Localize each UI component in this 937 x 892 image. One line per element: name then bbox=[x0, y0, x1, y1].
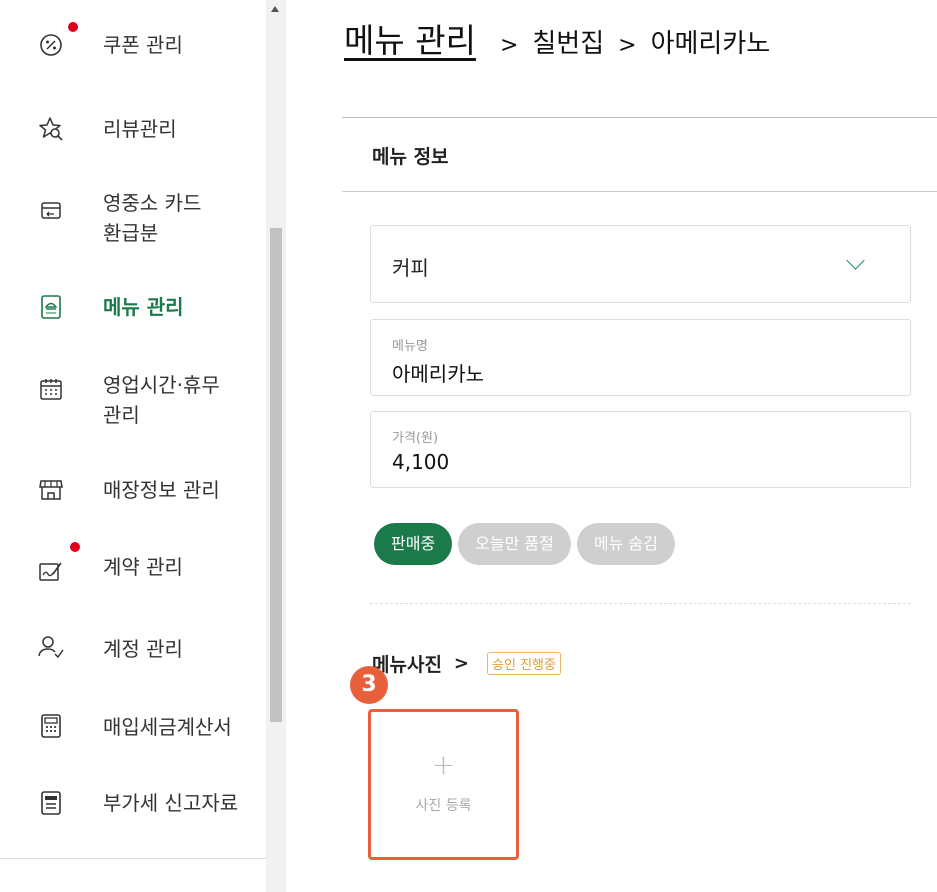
dashed-divider bbox=[370, 603, 911, 604]
price-label: 가격(원) bbox=[392, 431, 439, 446]
sidebar-item-label: 매장정보 관리 bbox=[103, 478, 220, 502]
sidebar-item-label: 쿠폰 관리 bbox=[103, 33, 183, 57]
calculator-icon bbox=[36, 711, 66, 741]
sidebar-item-label: 영중소 카드 환급분 bbox=[103, 191, 202, 245]
sidebar-item-label: 계약 관리 bbox=[103, 555, 183, 579]
chevron-down-icon bbox=[846, 251, 865, 270]
account-icon bbox=[36, 632, 66, 662]
sidebar-item-store[interactable]: 매장정보 관리 bbox=[0, 472, 266, 512]
sidebar-item-card-refund[interactable]: 영중소 카드 환급분 bbox=[0, 186, 266, 252]
plus-icon: + bbox=[431, 748, 456, 781]
breadcrumb-store: 칠번집 bbox=[532, 29, 605, 59]
sidebar-item-label: 메뉴 관리 bbox=[103, 295, 184, 319]
store-icon bbox=[36, 475, 66, 505]
sidebar-item-hours[interactable]: 영업시간·휴무 관리 bbox=[0, 368, 266, 434]
sidebar-item-vat[interactable]: 부가세 신고자료 bbox=[0, 785, 266, 825]
approval-pending-badge: 승인 진행중 bbox=[487, 652, 561, 675]
menu-name-label: 메뉴명 bbox=[392, 339, 428, 354]
menu-name-value: 아메리카노 bbox=[392, 362, 484, 386]
breadcrumb: 메뉴 관리 > 칠번집 > 아메리카노 bbox=[344, 14, 770, 62]
breadcrumb-separator: > bbox=[499, 33, 519, 58]
status-chip-group: 판매중 오늘만 품절 메뉴 숨김 bbox=[374, 523, 675, 565]
sidebar-scrollbar[interactable] bbox=[266, 0, 286, 892]
sidebar: 쿠폰 관리 리뷰관리 영중소 카드 환급분 메뉴 관리 영업시간·휴무 관리 매… bbox=[0, 0, 267, 892]
photo-upload-button[interactable]: + 사진 등록 bbox=[368, 709, 519, 860]
menu-name-field[interactable]: 메뉴명 아메리카노 bbox=[370, 319, 911, 396]
main-content: 메뉴 관리 > 칠번집 > 아메리카노 메뉴 정보 커피 메뉴명 아메리카노 가… bbox=[286, 0, 937, 892]
review-star-icon bbox=[36, 114, 66, 144]
status-chip-hide-menu[interactable]: 메뉴 숨김 bbox=[576, 523, 675, 565]
menu-info-title: 메뉴 정보 bbox=[372, 146, 449, 168]
section-divider bbox=[342, 191, 937, 192]
sidebar-item-review[interactable]: 리뷰관리 bbox=[0, 110, 266, 150]
chevron-right-icon: > bbox=[453, 653, 470, 674]
notification-dot bbox=[70, 542, 80, 552]
sidebar-item-account[interactable]: 계정 관리 bbox=[0, 630, 266, 670]
breadcrumb-menu-management-link[interactable]: 메뉴 관리 bbox=[344, 14, 476, 62]
menu-photo-header[interactable]: 메뉴사진 > 승인 진행중 bbox=[372, 650, 561, 677]
sidebar-item-coupon[interactable]: 쿠폰 관리 bbox=[0, 22, 266, 68]
category-select-value: 커피 bbox=[392, 256, 429, 280]
sidebar-item-label: 부가세 신고자료 bbox=[103, 791, 239, 815]
contract-icon bbox=[36, 556, 66, 586]
sidebar-item-label: 리뷰관리 bbox=[103, 117, 177, 141]
section-divider bbox=[342, 117, 937, 118]
photo-upload-label: 사진 등록 bbox=[415, 798, 472, 814]
scroll-up-arrow-icon[interactable] bbox=[271, 6, 279, 12]
breadcrumb-separator: > bbox=[618, 33, 637, 58]
sidebar-item-label: 매입세금계산서 bbox=[103, 715, 232, 739]
sidebar-item-label: 계정 관리 bbox=[103, 637, 183, 661]
sidebar-item-tax-invoice[interactable]: 매입세금계산서 bbox=[0, 708, 266, 748]
sidebar-divider bbox=[0, 858, 266, 859]
card-refund-icon bbox=[36, 196, 66, 226]
notification-dot bbox=[68, 22, 78, 32]
menu-board-icon bbox=[36, 292, 66, 322]
price-field[interactable]: 가격(원) 4,100 bbox=[370, 411, 911, 488]
step-number-badge: 3 bbox=[350, 666, 388, 704]
sidebar-item-contract[interactable]: 계약 관리 bbox=[0, 542, 266, 592]
calendar-icon bbox=[36, 374, 66, 404]
category-select[interactable]: 커피 bbox=[370, 225, 911, 303]
scrollbar-thumb[interactable] bbox=[270, 228, 282, 722]
status-chip-sold-out-today[interactable]: 오늘만 품절 bbox=[458, 523, 571, 565]
vat-document-icon bbox=[36, 788, 66, 818]
price-value: 4,100 bbox=[392, 450, 450, 474]
sidebar-item-label: 영업시간·휴무 관리 bbox=[103, 373, 220, 427]
breadcrumb-current-item: 아메리카노 bbox=[650, 29, 771, 59]
status-chip-on-sale[interactable]: 판매중 bbox=[374, 523, 453, 565]
coupon-icon bbox=[36, 30, 66, 60]
sidebar-item-menu[interactable]: 메뉴 관리 bbox=[0, 287, 266, 327]
